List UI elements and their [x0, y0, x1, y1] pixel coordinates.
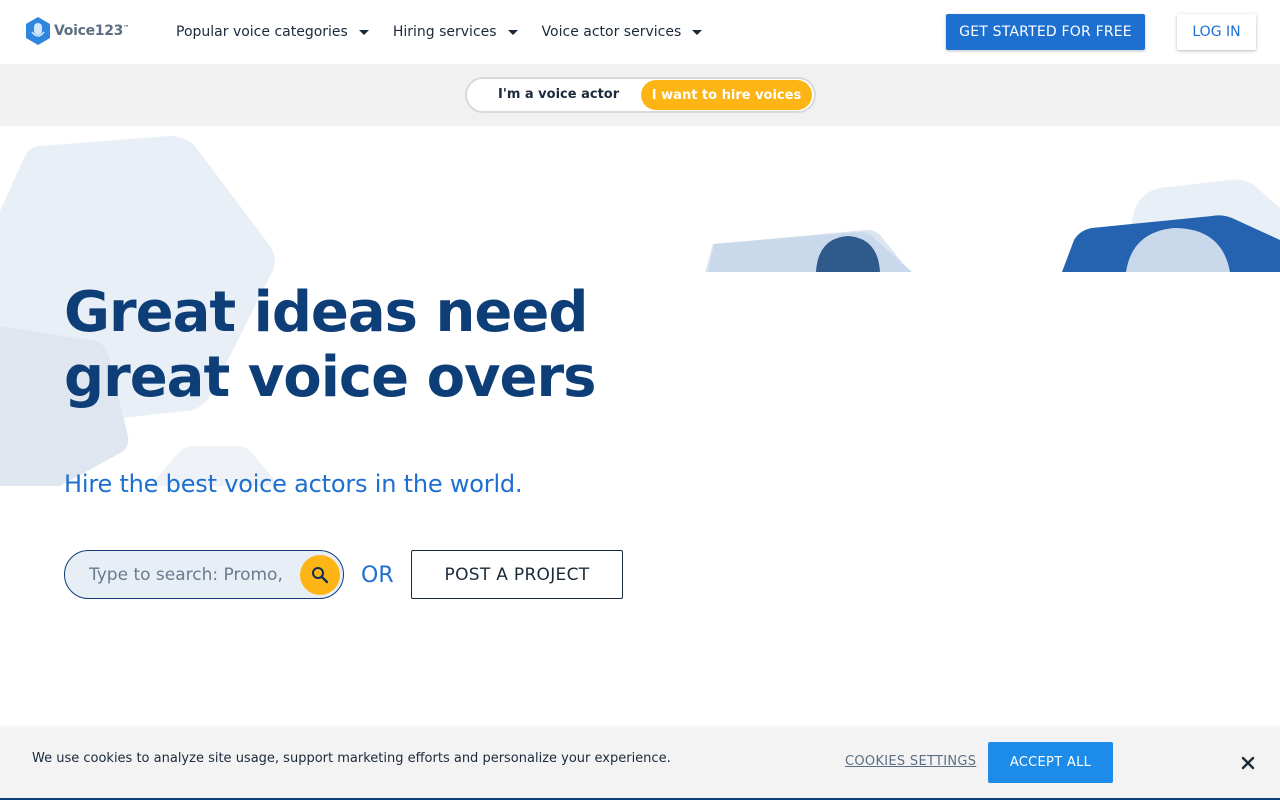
nav-label: Voice actor services [541, 24, 682, 40]
hero-section: Great ideas need great voice overs Hire … [0, 126, 1280, 730]
voice-actor-photo [1062, 215, 1280, 272]
search-input[interactable] [89, 551, 289, 598]
caret-down-icon [358, 29, 369, 35]
role-toggle-strip: I'm a voice actor I want to hire voices [0, 64, 1280, 126]
main-nav: Popular voice categories Hiring services… [176, 0, 726, 64]
hero-title-line2: great voice overs [64, 345, 596, 410]
voice123-logo[interactable]: Voice123™ [24, 16, 129, 46]
hero-title: Great ideas need great voice overs [64, 280, 596, 410]
role-toggle: I'm a voice actor I want to hire voices [465, 77, 816, 113]
caret-down-icon [507, 29, 518, 35]
nav-popular-voice-categories[interactable]: Popular voice categories [176, 24, 369, 40]
accept-all-button[interactable]: ACCEPT ALL [988, 742, 1113, 783]
caret-down-icon [692, 29, 703, 35]
hero-title-line1: Great ideas need [64, 280, 588, 345]
nav-label: Hiring services [392, 24, 497, 40]
cookie-settings-link[interactable]: COOKIES SETTINGS [845, 754, 976, 769]
cookie-banner: We use cookies to analyze site usage, su… [0, 730, 1280, 800]
or-label: OR [361, 563, 394, 588]
login-button[interactable]: LOG IN [1177, 14, 1256, 50]
logo-text: Voice123™ [54, 23, 129, 39]
nav-voice-actor-services[interactable]: Voice actor services [542, 24, 703, 40]
cookie-text: We use cookies to analyze site usage, su… [32, 751, 671, 766]
nav-hiring-services[interactable]: Hiring services [393, 24, 518, 40]
close-icon[interactable] [1238, 753, 1258, 773]
microphone-bubble-icon [24, 16, 52, 46]
toggle-hire-voices[interactable]: I want to hire voices [641, 80, 812, 110]
toggle-voice-actor[interactable]: I'm a voice actor [498, 79, 619, 111]
search-box [64, 550, 344, 599]
post-project-button[interactable]: POST A PROJECT [411, 550, 623, 599]
voice-actor-photo [708, 231, 912, 272]
get-started-button[interactable]: GET STARTED FOR FREE [946, 14, 1145, 50]
hero-subtitle: Hire the best voice actors in the world. [64, 470, 523, 498]
nav-label: Popular voice categories [176, 24, 348, 40]
site-header: Voice123™ Popular voice categories Hirin… [0, 0, 1280, 64]
search-button[interactable] [300, 555, 340, 595]
search-icon [312, 567, 329, 584]
